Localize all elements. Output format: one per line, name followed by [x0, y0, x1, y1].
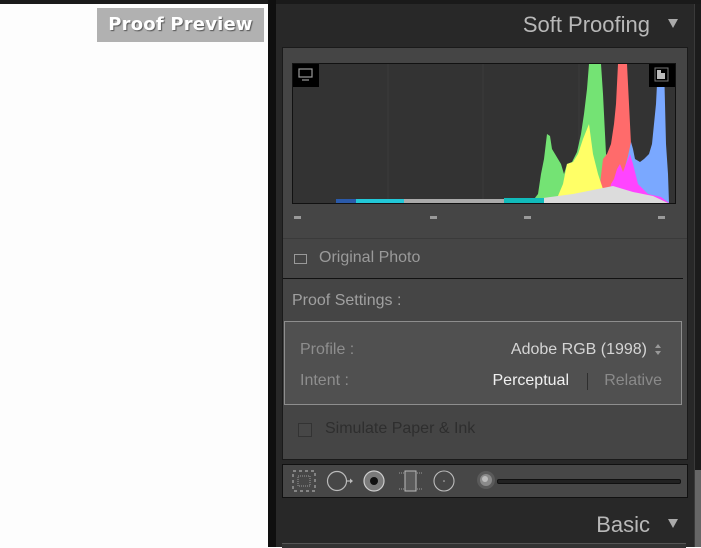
proof-preview-area [0, 4, 268, 547]
rectangle-filter-icon[interactable] [398, 469, 424, 493]
crop-grid-icon[interactable] [291, 469, 317, 493]
soft-proofing-panel: Original Photo Proof Settings : Profile … [282, 47, 688, 460]
updown-arrows-icon[interactable] [655, 344, 661, 356]
histogram-tick [430, 216, 437, 219]
radial-circle-icon[interactable] [432, 469, 458, 493]
tool-strip [282, 464, 688, 498]
proof-settings-box: Profile : Adobe RGB (1998) Intent : Perc… [284, 321, 682, 405]
histogram-ticks [292, 216, 674, 222]
profile-select[interactable]: Adobe RGB (1998) [511, 341, 647, 359]
original-photo-icon [294, 254, 307, 264]
histogram-blue-strip [336, 199, 356, 203]
brush-size-slider[interactable] [497, 479, 681, 484]
histogram-tick [294, 216, 301, 219]
basic-panel-top [282, 543, 686, 548]
scrollbar-thumb[interactable] [695, 470, 701, 547]
brush-icon[interactable] [477, 471, 495, 489]
original-photo-toggle[interactable]: Original Photo [283, 241, 687, 277]
panel-divider [268, 0, 276, 547]
histogram-gray-strip [404, 199, 504, 203]
histogram-tick [524, 216, 531, 219]
basic-title: Basic [596, 512, 650, 537]
divider [283, 278, 683, 279]
proof-settings-label: Proof Settings : [292, 292, 402, 309]
panel-scrollbar[interactable] [694, 4, 701, 547]
intent-label: Intent : [300, 372, 349, 389]
circle-arrow-icon[interactable] [326, 469, 353, 493]
proof-preview-badge: Proof Preview [97, 8, 264, 42]
original-photo-label: Original Photo [319, 249, 421, 266]
checkbox-icon[interactable] [298, 423, 312, 437]
intent-separator [587, 373, 588, 390]
histogram-cyan-strip [356, 199, 404, 203]
basic-header[interactable]: Basic [276, 504, 694, 548]
develop-right-panel: Soft Proofing Original Photo Proof Setti… [276, 4, 694, 548]
soft-proofing-header[interactable]: Soft Proofing [276, 4, 694, 48]
simulate-paper-ink-checkbox[interactable]: Simulate Paper & Ink [283, 418, 687, 448]
histogram [292, 63, 676, 204]
intent-relative-option[interactable]: Relative [604, 372, 662, 390]
triangle-down-icon[interactable] [668, 19, 678, 28]
profile-label: Profile : [300, 341, 355, 358]
destination-gamut-warning-icon[interactable] [649, 64, 675, 87]
divider [283, 238, 687, 239]
eye-icon[interactable] [362, 469, 388, 493]
histogram-teal-strip [504, 198, 544, 203]
histogram-graph [336, 64, 669, 203]
soft-proofing-title: Soft Proofing [522, 12, 650, 37]
histogram-tick [658, 216, 665, 219]
simulate-paper-ink-label: Simulate Paper & Ink [325, 420, 476, 437]
monitor-gamut-warning-icon[interactable] [293, 64, 319, 87]
intent-perceptual-option[interactable]: Perceptual [493, 372, 570, 390]
triangle-down-icon[interactable] [668, 519, 678, 528]
